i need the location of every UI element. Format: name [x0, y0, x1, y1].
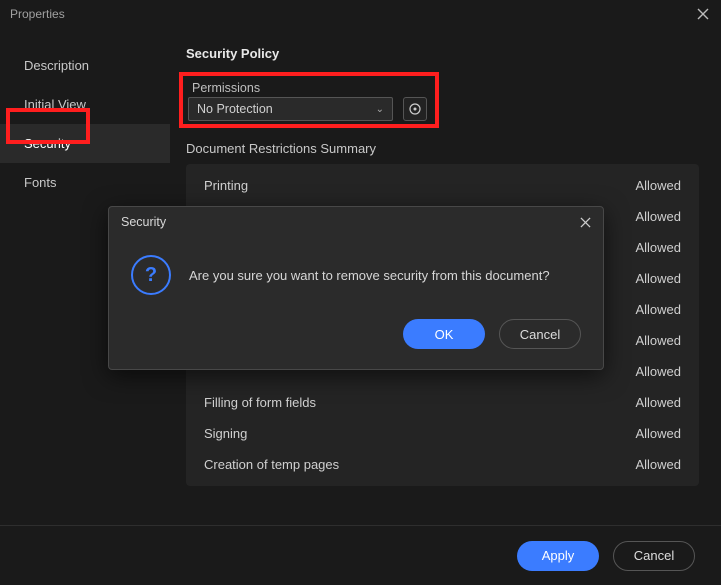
restriction-row: Signing Allowed: [204, 418, 681, 449]
section-title: Security Policy: [186, 46, 699, 61]
modal-header: Security: [109, 207, 603, 237]
restriction-row: Printing Allowed: [204, 170, 681, 201]
question-icon: ?: [131, 255, 171, 295]
restriction-value: Allowed: [635, 395, 681, 410]
restriction-row: Filling of form fields Allowed: [204, 387, 681, 418]
permissions-dropdown[interactable]: No Protection ⌄: [188, 97, 393, 121]
restriction-value: Allowed: [635, 178, 681, 193]
sidebar-item-fonts[interactable]: Fonts: [0, 163, 170, 202]
restriction-row: Creation of temp pages Allowed: [204, 449, 681, 480]
cancel-button-label: Cancel: [634, 548, 674, 563]
sidebar-item-label: Security: [24, 136, 71, 151]
modal-cancel-button[interactable]: Cancel: [499, 319, 581, 349]
window-title: Properties: [10, 7, 65, 21]
modal-close-button[interactable]: [580, 217, 591, 228]
close-icon: [697, 8, 709, 20]
modal-ok-label: OK: [435, 327, 454, 342]
apply-button-label: Apply: [542, 548, 575, 563]
close-icon: [580, 217, 591, 228]
window-titlebar: Properties: [0, 0, 721, 28]
chevron-down-icon: ⌄: [376, 104, 384, 115]
restriction-value: Allowed: [635, 457, 681, 472]
restriction-label: Filling of form fields: [204, 395, 316, 410]
permissions-label: Permissions: [188, 81, 697, 95]
restriction-value: Allowed: [635, 271, 681, 286]
window-close-button[interactable]: [695, 6, 711, 22]
restriction-value: Allowed: [635, 426, 681, 441]
dialog-footer: Apply Cancel: [0, 525, 721, 585]
sidebar-item-label: Description: [24, 58, 89, 73]
sidebar-item-label: Fonts: [24, 175, 57, 190]
modal-cancel-label: Cancel: [520, 327, 560, 342]
restriction-label: Signing: [204, 426, 247, 441]
restriction-value: Allowed: [635, 302, 681, 317]
modal-ok-button[interactable]: OK: [403, 319, 485, 349]
permissions-settings-button[interactable]: [403, 97, 427, 121]
restriction-label: Creation of temp pages: [204, 457, 339, 472]
cancel-button[interactable]: Cancel: [613, 541, 695, 571]
modal-body: ? Are you sure you want to remove securi…: [109, 237, 603, 305]
permissions-dropdown-value: No Protection: [197, 102, 273, 116]
sidebar-item-initial-view[interactable]: Initial View: [0, 85, 170, 124]
restriction-label: Printing: [204, 178, 248, 193]
confirm-modal: Security ? Are you sure you want to remo…: [108, 206, 604, 370]
modal-title: Security: [121, 215, 166, 229]
gear-icon: [408, 102, 422, 116]
modal-message: Are you sure you want to remove security…: [189, 268, 550, 283]
restriction-value: Allowed: [635, 209, 681, 224]
permissions-row: No Protection ⌄: [188, 97, 697, 121]
restriction-value: Allowed: [635, 364, 681, 379]
permissions-block: Permissions No Protection ⌄: [186, 79, 699, 127]
sidebar-item-label: Initial View: [24, 97, 86, 112]
restriction-value: Allowed: [635, 333, 681, 348]
restriction-value: Allowed: [635, 240, 681, 255]
modal-footer: OK Cancel: [109, 305, 603, 369]
restrictions-heading: Document Restrictions Summary: [186, 141, 699, 156]
sidebar-item-description[interactable]: Description: [0, 46, 170, 85]
sidebar-item-security[interactable]: Security: [0, 124, 170, 163]
apply-button[interactable]: Apply: [517, 541, 599, 571]
